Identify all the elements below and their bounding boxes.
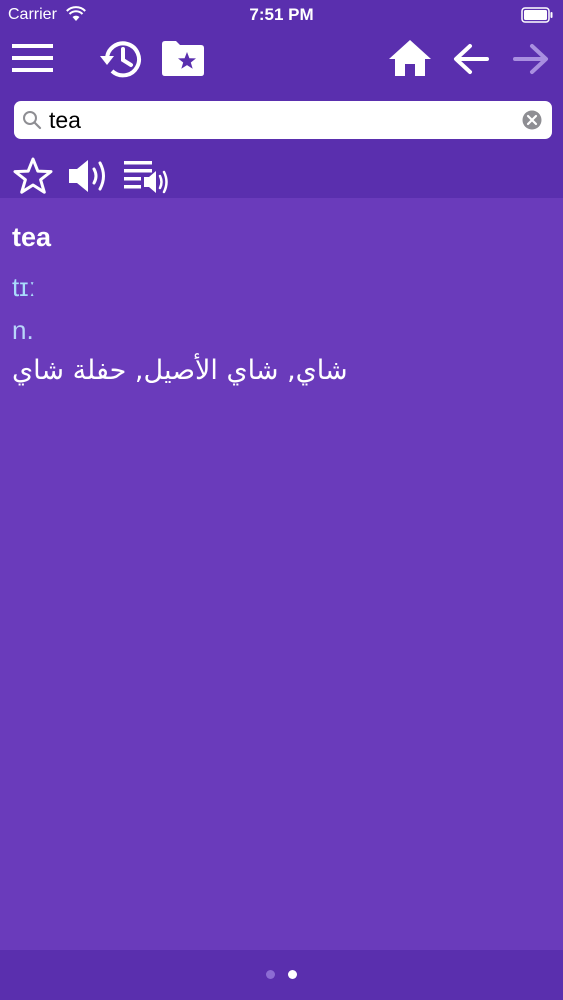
favorite-button[interactable] — [12, 157, 54, 195]
search-icon — [23, 111, 42, 130]
home-button[interactable] — [389, 40, 431, 76]
play-list-button[interactable] — [124, 159, 172, 195]
menu-icon — [12, 44, 53, 72]
menu-button[interactable] — [12, 42, 53, 74]
entry-headword: tea — [12, 222, 52, 252]
entry-pronunciation: tɪː — [12, 272, 36, 302]
app-header: Carrier 7:51 PM — [0, 0, 563, 198]
back-arrow-icon — [454, 44, 489, 74]
status-bar: Carrier 7:51 PM — [0, 0, 563, 30]
page-indicator-bar — [0, 950, 563, 1000]
speaker-icon — [69, 160, 105, 192]
status-time: 7:51 PM — [249, 5, 314, 24]
pronounce-button[interactable] — [67, 157, 111, 195]
favorites-folder-button[interactable] — [162, 40, 204, 76]
entry-part-of-speech: n. — [12, 315, 34, 345]
battery-icon — [521, 7, 553, 23]
star-icon — [13, 157, 53, 194]
play-list-icon — [124, 161, 168, 194]
page-dot-1[interactable] — [266, 970, 275, 979]
favorites-folder-icon — [162, 41, 204, 76]
history-icon — [100, 41, 141, 78]
entry-translation: شاي, شاي الأصيل, حفلة شاي — [12, 355, 348, 386]
forward-button[interactable] — [513, 43, 549, 75]
history-button[interactable] — [98, 38, 144, 80]
back-button[interactable] — [453, 43, 489, 75]
home-icon — [389, 40, 431, 76]
forward-arrow-icon — [513, 44, 548, 74]
dictionary-entry: tea tɪː n. شاي, شاي الأصيل, حفلة شاي — [0, 198, 563, 950]
clear-icon[interactable] — [522, 110, 542, 130]
page-dot-2[interactable] — [288, 970, 297, 979]
search-bar — [14, 101, 552, 139]
search-input[interactable] — [49, 105, 519, 135]
